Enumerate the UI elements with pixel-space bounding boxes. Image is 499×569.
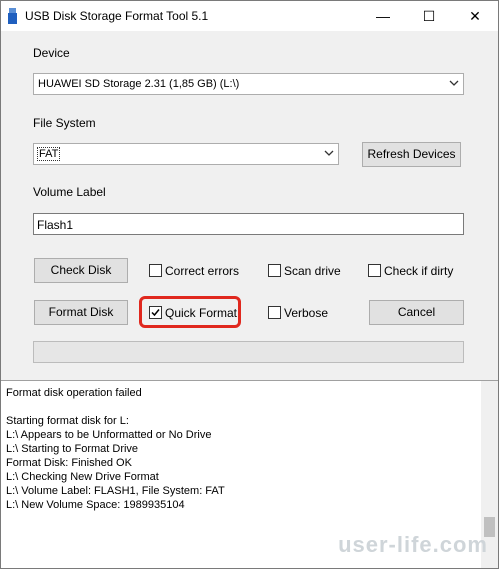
device-select-value: HUAWEI SD Storage 2.31 (1,85 GB) (L:\) <box>38 78 240 90</box>
quick-format-checkbox[interactable] <box>149 306 162 319</box>
window-title: USB Disk Storage Format Tool 5.1 <box>25 9 209 23</box>
correct-errors-label: Correct errors <box>165 264 240 278</box>
cancel-button[interactable]: Cancel <box>369 300 464 325</box>
watermark: user-life.com <box>338 532 488 557</box>
maximize-icon[interactable]: ☐ <box>406 1 452 31</box>
volume-label-input[interactable]: Flash1 <box>33 213 464 235</box>
file-system-select-value: FAT <box>36 147 61 161</box>
log-line: Format disk operation failed <box>6 387 142 399</box>
file-system-label: File System <box>33 116 96 130</box>
verbose-checkbox[interactable] <box>268 306 281 319</box>
volume-label-value: Flash1 <box>37 218 74 232</box>
app-window: USB Disk Storage Format Tool 5.1 — ☐ ✕ D… <box>0 0 499 569</box>
refresh-devices-button[interactable]: Refresh Devices <box>362 142 461 167</box>
correct-errors-checkbox[interactable] <box>149 264 162 277</box>
format-progress-bar <box>33 341 464 363</box>
check-disk-button[interactable]: Check Disk <box>34 258 128 283</box>
checkmark-icon <box>151 309 160 317</box>
minimize-icon[interactable]: — <box>360 1 406 31</box>
format-disk-button[interactable]: Format Disk <box>34 300 128 325</box>
log-line: L:\ New Volume Space: 1989935104 <box>6 499 185 511</box>
verbose-label: Verbose <box>284 306 329 320</box>
device-select[interactable]: HUAWEI SD Storage 2.31 (1,85 GB) (L:\) <box>33 73 464 95</box>
chevron-down-icon <box>324 150 334 156</box>
log-line: L:\ Appears to be Unformatted or No Driv… <box>6 429 212 441</box>
quick-format-label: Quick Format <box>165 306 238 320</box>
log-line: Format Disk: Finished OK <box>6 457 132 469</box>
scan-drive-checkbox[interactable] <box>268 264 281 277</box>
usb-app-icon <box>8 8 17 24</box>
check-if-dirty-label: Check if dirty <box>384 264 454 278</box>
scan-drive-label: Scan drive <box>284 264 341 278</box>
log-line: L:\ Checking New Drive Format <box>6 471 159 483</box>
title-bar[interactable]: USB Disk Storage Format Tool 5.1 — ☐ ✕ <box>1 1 498 31</box>
log-line: L:\ Volume Label: FLASH1, File System: F… <box>6 485 225 497</box>
log-line: Starting format disk for L: <box>6 415 129 427</box>
log-line: L:\ Starting to Format Drive <box>6 443 139 455</box>
volume-label-label: Volume Label <box>33 185 106 199</box>
close-icon[interactable]: ✕ <box>452 1 498 31</box>
device-label: Device <box>33 46 70 60</box>
check-if-dirty-checkbox[interactable] <box>368 264 381 277</box>
file-system-select[interactable]: FAT <box>33 143 339 165</box>
chevron-down-icon <box>449 80 459 86</box>
